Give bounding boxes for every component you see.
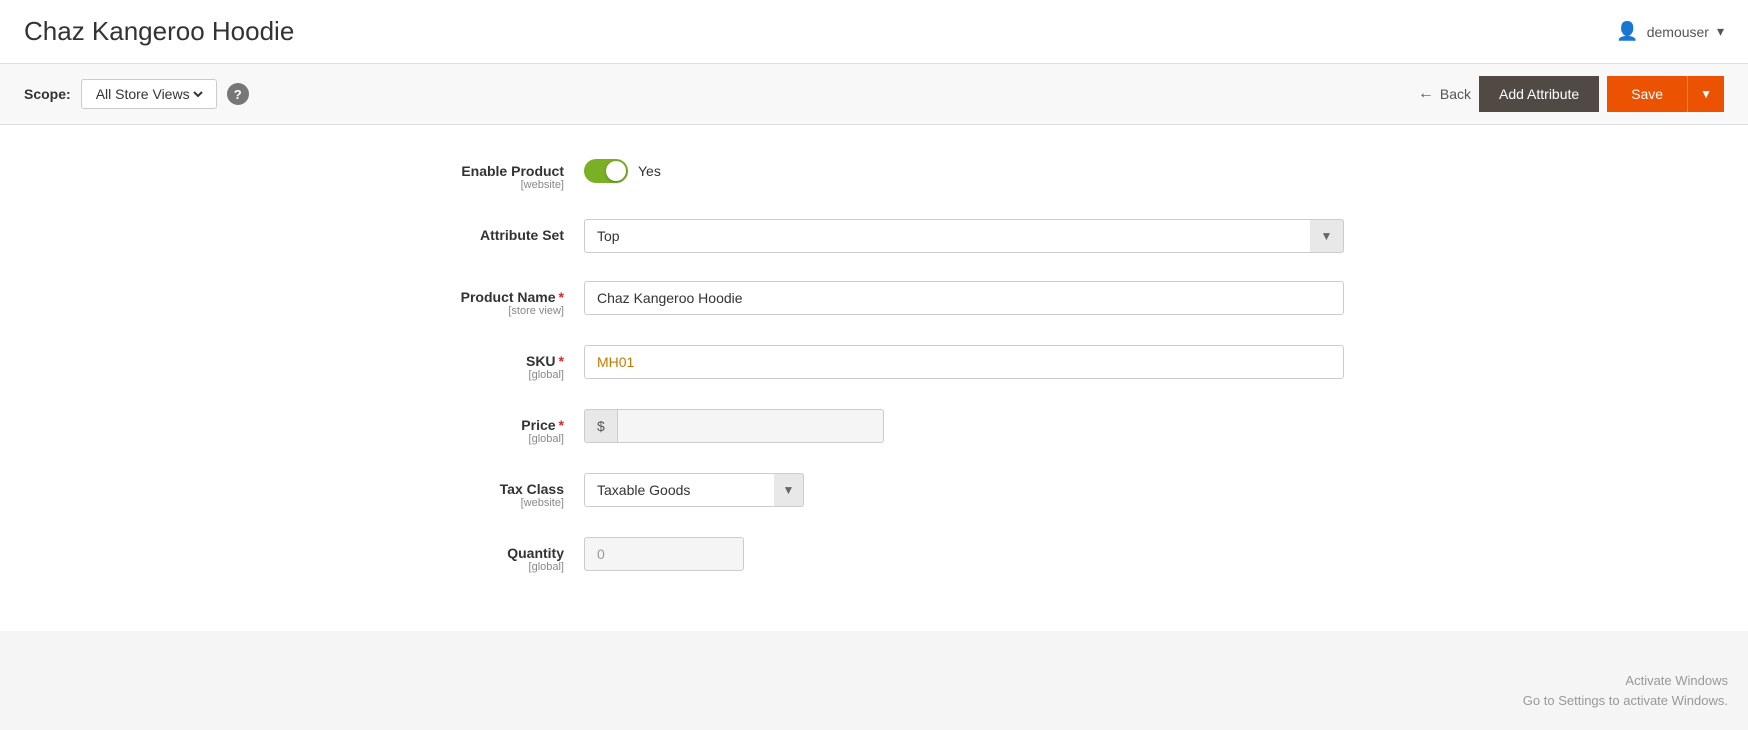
activate-windows-line2: Go to Settings to activate Windows.	[1523, 691, 1728, 711]
attribute-set-select-wrapper[interactable]: Top Default Bottom ▼	[584, 219, 1344, 253]
activate-windows-notice: Activate Windows Go to Settings to activ…	[1523, 671, 1728, 710]
tax-class-label-col: Tax Class [website]	[364, 473, 584, 509]
quantity-field	[584, 537, 1384, 571]
product-name-label-col: Product Name* [store view]	[364, 281, 584, 317]
save-button-group: Save ▼	[1607, 76, 1724, 112]
add-attribute-button[interactable]: Add Attribute	[1479, 76, 1599, 112]
price-label: Price*	[364, 417, 564, 433]
enable-product-toggle-row: Yes	[584, 155, 1384, 183]
quantity-scope: [global]	[364, 561, 564, 573]
quantity-input[interactable]	[584, 537, 744, 571]
user-dropdown-arrow[interactable]: ▾	[1717, 23, 1724, 40]
product-name-row: Product Name* [store view]	[364, 281, 1384, 317]
price-prefix: $	[584, 409, 617, 443]
tax-class-field: None Taxable Goods ▼	[584, 473, 1384, 507]
sku-input[interactable]	[584, 345, 1344, 379]
price-input[interactable]	[617, 409, 884, 443]
sku-field	[584, 345, 1384, 379]
enable-product-field: Yes	[584, 155, 1384, 183]
product-name-required: *	[559, 289, 564, 305]
back-label: Back	[1440, 86, 1471, 102]
quantity-row: Quantity [global]	[364, 537, 1384, 573]
price-field: $	[584, 409, 1384, 443]
price-required: *	[559, 417, 564, 433]
user-icon: 👤	[1616, 21, 1638, 42]
sku-required: *	[559, 353, 564, 369]
product-name-scope: [store view]	[364, 305, 564, 317]
enable-product-row: Enable Product [website] Yes	[364, 155, 1384, 191]
toggle-yes-label: Yes	[638, 163, 661, 179]
enable-product-label-col: Enable Product [website]	[364, 155, 584, 191]
user-info: 👤 demouser ▾	[1616, 21, 1724, 42]
sku-row: SKU* [global]	[364, 345, 1384, 381]
attribute-set-dropdown[interactable]: Top Default Bottom	[584, 219, 1344, 253]
scope-dropdown[interactable]: All Store Views	[92, 85, 206, 103]
attribute-set-label-col: Attribute Set	[364, 219, 584, 243]
scope-section: Scope: All Store Views ?	[24, 79, 249, 109]
tax-class-dropdown[interactable]: None Taxable Goods	[584, 473, 804, 507]
price-row: Price* [global] $	[364, 409, 1384, 445]
activate-windows-line1: Activate Windows	[1523, 671, 1728, 691]
help-icon[interactable]: ?	[227, 83, 249, 105]
tax-class-scope: [website]	[364, 497, 564, 509]
username: demouser	[1647, 24, 1709, 40]
price-input-wrapper: $	[584, 409, 884, 443]
enable-product-label: Enable Product	[364, 163, 564, 179]
product-name-field	[584, 281, 1384, 315]
save-dropdown-button[interactable]: ▼	[1687, 76, 1724, 112]
price-scope: [global]	[364, 433, 564, 445]
enable-product-scope: [website]	[364, 179, 564, 191]
price-label-col: Price* [global]	[364, 409, 584, 445]
toolbar: Scope: All Store Views ? ← Back Add Attr…	[0, 64, 1748, 125]
toggle-track	[584, 159, 628, 183]
save-button[interactable]: Save	[1607, 76, 1687, 112]
sku-label: SKU*	[364, 353, 564, 369]
sku-label-col: SKU* [global]	[364, 345, 584, 381]
tax-class-row: Tax Class [website] None Taxable Goods ▼	[364, 473, 1384, 509]
quantity-label-col: Quantity [global]	[364, 537, 584, 573]
scope-select-wrapper[interactable]: All Store Views	[81, 79, 217, 109]
enable-product-toggle[interactable]	[584, 159, 628, 183]
page-title: Chaz Kangeroo Hoodie	[24, 16, 294, 47]
tax-class-label: Tax Class	[364, 481, 564, 497]
toggle-thumb	[606, 161, 626, 181]
product-name-label: Product Name*	[364, 289, 564, 305]
toolbar-actions: ← Back Add Attribute Save ▼	[1418, 76, 1724, 112]
back-arrow-icon: ←	[1418, 85, 1434, 103]
main-content: Enable Product [website] Yes Attribu	[0, 125, 1748, 631]
attribute-set-label: Attribute Set	[364, 227, 564, 243]
scope-label: Scope:	[24, 86, 71, 102]
back-button[interactable]: ← Back	[1418, 85, 1471, 103]
tax-class-select-wrapper[interactable]: None Taxable Goods ▼	[584, 473, 804, 507]
form-section: Enable Product [website] Yes Attribu	[324, 155, 1424, 573]
product-name-input[interactable]	[584, 281, 1344, 315]
sku-scope: [global]	[364, 369, 564, 381]
attribute-set-row: Attribute Set Top Default Bottom ▼	[364, 219, 1384, 253]
attribute-set-field: Top Default Bottom ▼	[584, 219, 1384, 253]
page-header: Chaz Kangeroo Hoodie 👤 demouser ▾	[0, 0, 1748, 64]
quantity-label: Quantity	[364, 545, 564, 561]
